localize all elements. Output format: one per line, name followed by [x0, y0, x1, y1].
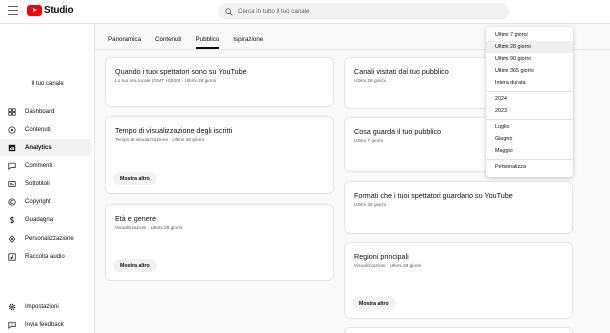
menu-item-lifetime[interactable]: Intera durata [486, 77, 573, 89]
sidebar-item-label: Invia feedback [25, 321, 64, 328]
search-input[interactable] [238, 8, 488, 15]
earn-icon [8, 215, 16, 224]
menu-item-last-7-days[interactable]: Ultimi 7 giorni [486, 29, 573, 41]
card-title: Regioni principali [354, 252, 409, 261]
card-subtitle: Visualizzazioni · Ultimi 28 giorni [354, 264, 422, 269]
customization-icon [8, 234, 16, 243]
sidebar-item-dashboard[interactable]: Dashboard [0, 103, 91, 120]
copyright-icon [8, 197, 16, 206]
sidebar-item-raccolta-audio[interactable]: Raccolta audio [0, 248, 91, 265]
sidebar-item-guadagna[interactable]: Guadagna [0, 211, 91, 228]
feedback-icon [8, 321, 16, 329]
dashboard-icon [8, 107, 16, 116]
menu-item-june[interactable]: Giugno [486, 133, 573, 145]
show-more-button[interactable]: Mostra altro [113, 172, 157, 185]
menu-item-2023[interactable]: 2023 [486, 105, 573, 117]
sidebar-item-label: Copyright [25, 198, 51, 205]
youtube-logo-icon [27, 5, 42, 16]
sidebar-item-impostazioni[interactable]: Impostazioni [0, 298, 91, 315]
tab-pubblico[interactable]: Pubblico [195, 36, 219, 49]
sidebar-item-label: Sottotitoli [25, 180, 50, 187]
card-subtitle: Visualizzazioni · Ultimi 28 giorni [115, 226, 183, 231]
sidebar-item-label: Guadagna [25, 216, 54, 223]
card-subtitle: Ultimi 7 giorni [354, 139, 384, 144]
sidebar-item-sottotitoli[interactable]: Sottotitoli [0, 175, 91, 192]
show-more-button[interactable]: Mostra altro [113, 259, 157, 272]
card-when-online: Quando i tuoi spettatori sono su YouTube… [105, 57, 334, 107]
card-title: Tempo di visualizzazione degli iscritti [115, 126, 233, 135]
card-title: Cosa guarda il tuo pubblico [354, 127, 442, 136]
search-icon [225, 7, 233, 16]
channel-label: Il tuo canale [31, 81, 64, 87]
menu-item-may[interactable]: Maggio [486, 145, 573, 157]
sidebar-item-label: Commenti [25, 162, 53, 169]
menu-item-last-28-days[interactable]: Ultimi 28 giorni [486, 41, 573, 53]
card-title: Formati che i tuoi spettatori guardano s… [354, 191, 513, 200]
sidebar-item-label: Contenuti [25, 126, 51, 133]
card-age-gender: Età e genere Visualizzazioni · Ultimi 28… [105, 204, 334, 281]
sidebar-item-label: Impostazioni [25, 303, 59, 310]
menu-divider [486, 159, 573, 160]
logo-text: Studio [44, 5, 74, 16]
sidebar-item-contenuti[interactable]: Contenuti [0, 121, 91, 138]
menu-item-last-365-days[interactable]: Ultimi 365 giorni [486, 65, 573, 77]
sidebar-item-copyright[interactable]: Copyright [0, 193, 91, 210]
date-range-menu: Ultimi 7 giorni Ultimi 28 giorni Ultimi … [486, 27, 573, 177]
show-more-button[interactable]: Mostra altro [352, 297, 396, 310]
sidebar-item-label: Dashboard [25, 108, 55, 115]
sidebar-item-commenti[interactable]: Commenti [0, 157, 91, 174]
analytics-tabs: Panoramica Contenuti Pubblico Ispirazion… [108, 36, 277, 49]
sidebar-item-label: Raccolta audio [25, 253, 65, 260]
card-regions: Regioni principali Visualizzazioni · Ult… [344, 242, 573, 319]
comments-icon [8, 162, 16, 170]
sidebar-item-label: Personalizzazione [25, 235, 74, 242]
menu-item-last-90-days[interactable]: Ultimi 90 giorni [486, 53, 573, 65]
tab-panoramica[interactable]: Panoramica [108, 36, 141, 49]
menu-divider [486, 119, 573, 120]
card-formats: Formati che i tuoi spettatori guardano s… [344, 181, 573, 234]
studio-logo[interactable]: Studio [27, 5, 74, 16]
gear-icon [8, 303, 16, 311]
subtitles-icon [8, 180, 16, 188]
sidebar-item-label: Analytics [25, 144, 52, 151]
sidebar-item-personalizzazione[interactable]: Personalizzazione [0, 230, 91, 247]
card-title: Quando i tuoi spettatori sono su YouTube [115, 67, 247, 76]
menu-item-2024[interactable]: 2024 [486, 93, 573, 105]
card-subtitle: Lo tuo ora locale (GMT +0200) · Ultimi 2… [115, 79, 217, 84]
sidebar-item-analytics[interactable]: Analytics [0, 139, 91, 156]
menu-item-custom[interactable]: Personalizza [486, 161, 573, 173]
top-bar: Studio [0, 0, 610, 24]
menu-item-july[interactable]: Luglio [486, 121, 573, 133]
card-subtitle: Ultimi 28 giorni [354, 203, 386, 208]
menu-divider [486, 91, 573, 92]
tab-ispirazione[interactable]: Ispirazione [233, 36, 263, 49]
card-next [344, 327, 573, 333]
card-title: Canali visitati dal tuo pubblico [354, 67, 449, 76]
menu-icon[interactable] [8, 6, 18, 16]
card-watch-time-subscribers: Tempo di visualizzazione degli iscritti … [105, 116, 334, 194]
audio-library-icon [8, 252, 16, 261]
analytics-icon [8, 144, 16, 152]
card-subtitle: Tempo di visualizzazione · Ultimi 28 gio… [115, 138, 205, 143]
card-subtitle: Ultimi 28 giorni [354, 79, 386, 84]
tab-contenuti[interactable]: Contenuti [155, 36, 182, 49]
content-icon [8, 125, 16, 134]
search-bar[interactable] [218, 3, 509, 20]
card-title: Età e genere [115, 214, 157, 223]
sidebar-item-invia-feedback[interactable]: Invia feedback [0, 316, 91, 333]
